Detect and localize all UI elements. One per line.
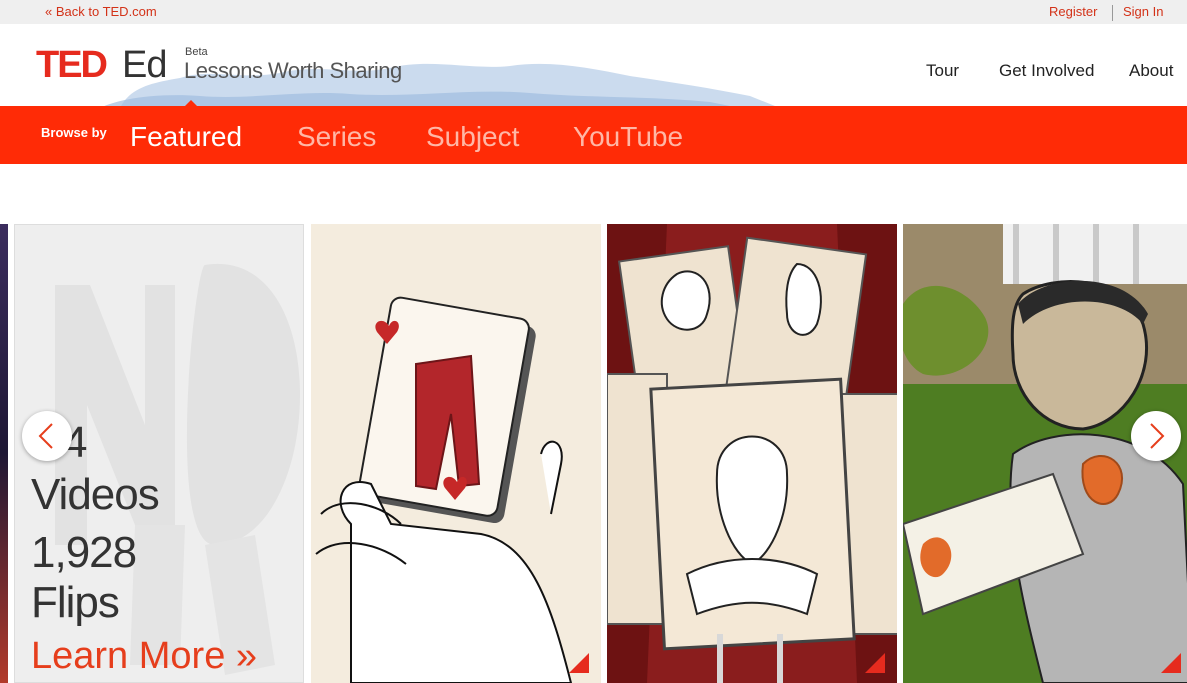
flips-count: 1,928 xyxy=(31,528,137,577)
nav-get-involved[interactable]: Get Involved xyxy=(999,61,1094,81)
logo-ed-text: Ed xyxy=(122,44,167,86)
logo-ted-text: TED xyxy=(36,44,108,86)
shakespeare-illustration xyxy=(607,224,897,683)
card-in-hand-illustration xyxy=(311,224,601,683)
beta-label: Beta xyxy=(185,46,208,58)
previous-slide-edge[interactable] xyxy=(0,224,8,683)
tab-series[interactable]: Series xyxy=(297,121,376,153)
back-to-ted-link[interactable]: « Back to TED.com xyxy=(45,4,157,19)
carousel-next-button[interactable] xyxy=(1131,411,1181,461)
videos-label: Videos xyxy=(31,470,160,519)
chevron-left-icon xyxy=(38,423,53,449)
browse-by-label: Browse by xyxy=(41,125,107,140)
lesson-corner-marker xyxy=(1161,653,1181,673)
nav-tour[interactable]: Tour xyxy=(926,61,959,81)
chevron-right-icon xyxy=(1150,423,1165,449)
register-link[interactable]: Register xyxy=(1049,4,1097,19)
browse-bar: Browse by Featured Series Subject YouTub… xyxy=(0,106,1187,164)
nav-about[interactable]: About xyxy=(1129,61,1173,81)
featured-carousel: 4 Videos 1,928 Flips Learn More » xyxy=(0,224,1187,683)
lesson-corner-marker xyxy=(865,653,885,673)
site-header: TED Ed Beta Lessons Worth Sharing Tour G… xyxy=(0,24,1187,106)
lesson-corner-marker xyxy=(569,653,589,673)
tagline: Lessons Worth Sharing xyxy=(184,58,402,83)
flips-label: Flips xyxy=(31,578,120,627)
divider xyxy=(1112,5,1113,21)
learn-more-link[interactable]: Learn More » xyxy=(31,637,257,675)
top-utility-bar: « Back to TED.com Register Sign In xyxy=(0,0,1187,24)
tab-youtube[interactable]: YouTube xyxy=(573,121,683,153)
carousel-prev-button[interactable] xyxy=(22,411,72,461)
lesson-thumbnail-card-trick[interactable] xyxy=(311,224,601,683)
lesson-thumbnail-shakespeare[interactable] xyxy=(607,224,897,683)
tab-featured[interactable]: Featured xyxy=(130,121,242,153)
tab-subject[interactable]: Subject xyxy=(426,121,519,153)
sign-in-link[interactable]: Sign In xyxy=(1123,4,1163,19)
